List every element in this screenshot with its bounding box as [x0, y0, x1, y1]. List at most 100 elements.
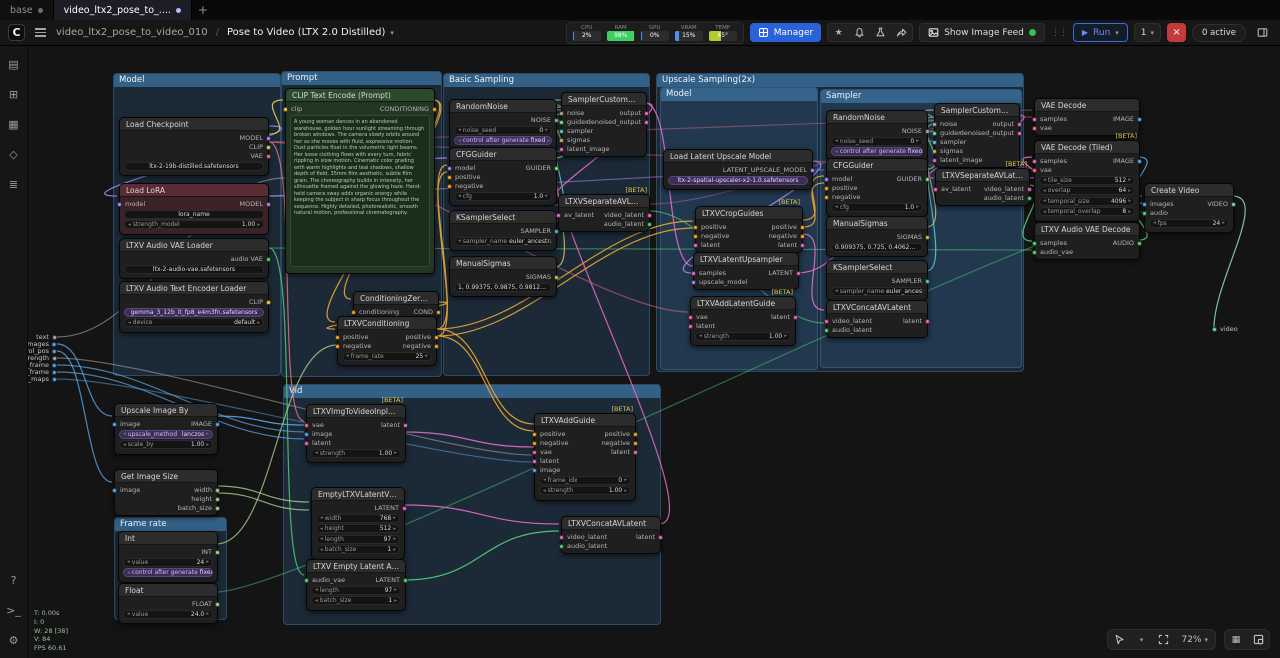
widget-strength[interactable]: ◂strength1.00▸ [695, 332, 791, 341]
input-slot-negative[interactable]: negative [696, 232, 729, 240]
new-tab-button[interactable]: + [192, 0, 214, 20]
output-slot-positive[interactable]: positive [769, 223, 802, 231]
widget-right-arrow-icon[interactable]: ▸ [393, 526, 396, 532]
load-checkpoint-node[interactable]: Load CheckpointMODELCLIPVAEltx-2-19b-dis… [119, 117, 269, 176]
comfyui-logo[interactable]: C [8, 24, 25, 41]
input-slot-negative[interactable]: negative [535, 439, 568, 447]
queue-icon[interactable]: ≣ [4, 174, 24, 194]
widget-right-arrow-icon[interactable]: ▸ [1128, 198, 1131, 204]
output-slot-negative[interactable]: negative [602, 439, 635, 447]
get-image-size-node[interactable]: Get Image Sizeimagewidthheightbatch_size [114, 469, 218, 516]
output-slot-latent[interactable]: latent [771, 313, 795, 321]
widget-right-arrow-icon[interactable]: ▸ [393, 515, 396, 521]
upscale-image-by-node[interactable]: Upscale Image ByimageIMAGE◂upscale_metho… [114, 403, 218, 455]
input-slot-latent_image[interactable]: latent_image [935, 156, 972, 164]
cfg-guider-2-node[interactable]: CFGGuidermodelpositivenegativeGUIDER◂cfg… [826, 158, 928, 217]
input-slot-upscale_model[interactable]: upscale_model [694, 278, 747, 286]
widget-left-arrow-icon[interactable]: ◂ [315, 450, 318, 456]
manager-button[interactable]: Manager [750, 23, 821, 42]
input-slot-image[interactable]: image [115, 486, 140, 494]
widget-value[interactable]: lora_name [124, 210, 264, 219]
output-slot-IMAGE[interactable]: IMAGE [1113, 115, 1139, 123]
widget-left-arrow-icon[interactable]: ◂ [1043, 177, 1046, 183]
output-slot-LATENT[interactable]: LATENT [375, 576, 405, 584]
widget-left-arrow-icon[interactable]: ◂ [543, 477, 546, 483]
star-icon[interactable]: ★ [828, 24, 849, 41]
widget-left-arrow-icon[interactable]: ◂ [835, 204, 838, 210]
clip-text-encode-node[interactable]: CLIP Text Encode (Prompt)clipCONDITIONIN… [285, 88, 435, 274]
input-slot-sigmas[interactable]: sigmas [935, 147, 972, 155]
widget-control-after-generate[interactable]: ◂control after generatefixed▸ [831, 147, 923, 156]
widget-right-arrow-icon[interactable]: ▸ [545, 193, 548, 199]
output-slot-VAE[interactable]: VAE [240, 152, 268, 160]
widget-left-arrow-icon[interactable]: ◂ [1043, 198, 1046, 204]
output-slot-denoised_output[interactable]: denoised_output [599, 118, 646, 126]
output-slot-positive[interactable]: positive [403, 333, 436, 341]
output-slot-SAMPLER[interactable]: SAMPLER [521, 227, 556, 235]
widget-right-arrow-icon[interactable]: ▸ [1222, 220, 1225, 226]
widget-left-arrow-icon[interactable]: ◂ [123, 431, 126, 437]
input-slot-latent[interactable]: latent [696, 241, 729, 249]
output-slot-latent[interactable]: latent [769, 241, 802, 249]
workflow-tab[interactable]: video_ltx2_pose_to_.... [54, 0, 192, 20]
widget-left-arrow-icon[interactable]: ◂ [123, 442, 126, 448]
widget-width[interactable]: ◂width768▸ [316, 514, 400, 523]
concat-av-latent-2-node[interactable]: LTXVConcatAVLatentvideo_latentaudio_late… [826, 300, 928, 338]
input-slot-image[interactable]: image [535, 466, 568, 474]
audio-text-encoder-loader-node[interactable]: LTXV Audio Text Encoder LoaderCLIPgemma_… [119, 281, 269, 333]
widget-frame_rate[interactable]: ◂frame_rate25▸ [342, 352, 432, 361]
output-slot-SIGMAS[interactable]: SIGMAS [897, 233, 927, 241]
vae-decode-tiled-node[interactable]: VAE Decode (Tiled)[BETA]samplesvaeIMAGE◂… [1034, 140, 1140, 222]
input-slot-samples[interactable]: samples [1035, 157, 1067, 165]
input-slot-audio_vae[interactable]: audio_vae [307, 576, 345, 584]
widget-left-arrow-icon[interactable]: ◂ [835, 149, 838, 155]
widget-right-arrow-icon[interactable]: ▸ [394, 450, 397, 456]
widget-left-arrow-icon[interactable]: ◂ [458, 193, 461, 199]
output-slot-output[interactable]: output [972, 120, 1019, 128]
widget-right-arrow-icon[interactable]: ▸ [547, 138, 550, 144]
widget-right-arrow-icon[interactable]: ▸ [257, 222, 260, 228]
widget-left-arrow-icon[interactable]: ◂ [127, 559, 130, 565]
widget-temporal_overlap[interactable]: ◂temporal_overlap8▸ [1039, 207, 1135, 216]
widget-cfg[interactable]: ◂cfg1.0▸ [454, 192, 552, 201]
widget-left-arrow-icon[interactable]: ◂ [315, 587, 318, 593]
widget-strength[interactable]: ◂strength1.00▸ [539, 486, 631, 495]
widget-value[interactable]: ◂value24▸ [123, 558, 213, 567]
widget-right-arrow-icon[interactable]: ▸ [206, 431, 209, 437]
output-slot-audio_latent[interactable]: audio_latent [604, 220, 649, 228]
output-slot-VIDEO[interactable]: VIDEO [1207, 200, 1233, 208]
widget-right-arrow-icon[interactable]: ▸ [394, 598, 397, 604]
widget-left-arrow-icon[interactable]: ◂ [1043, 188, 1046, 194]
widget-right-arrow-icon[interactable]: ▸ [624, 477, 627, 483]
cfg-guider-1-node[interactable]: CFGGuidermodelpositivenegativeGUIDER◂cfg… [449, 147, 557, 206]
widget-fps[interactable]: ◂fps24▸ [1149, 219, 1229, 228]
widget-left-arrow-icon[interactable]: ◂ [835, 288, 838, 294]
zoom-control[interactable]: 72% ▾ [1174, 630, 1215, 649]
input-slot-av_latent[interactable]: av_latent [936, 185, 971, 193]
widget-right-arrow-icon[interactable]: ▸ [393, 536, 396, 542]
output-slot-GUIDER[interactable]: GUIDER [897, 175, 927, 183]
widget-right-arrow-icon[interactable]: ▸ [1128, 188, 1131, 194]
input-slot-image[interactable]: image [307, 430, 332, 438]
widget-left-arrow-icon[interactable]: ◂ [1043, 209, 1046, 215]
input-slot-images[interactable]: images [1145, 200, 1174, 208]
output-slot-IMAGE[interactable]: IMAGE [1113, 157, 1139, 165]
input-slot-audio_latent[interactable]: audio_latent [827, 326, 872, 334]
io-pin-depth_maps[interactable]: depth_maps [28, 375, 57, 383]
prompt-textarea[interactable]: A young woman dances in an abandoned war… [290, 115, 430, 267]
widget-right-arrow-icon[interactable]: ▸ [206, 559, 209, 565]
widget-sampler_name[interactable]: ◂sampler_nameeuler_ancestral▸ [831, 287, 923, 296]
output-slot-video_latent[interactable]: video_latent [604, 211, 649, 219]
widget-right-arrow-icon[interactable]: ▸ [394, 587, 397, 593]
input-slot-sigmas[interactable]: sigmas [562, 136, 599, 144]
clear-queue-button[interactable]: × [1167, 23, 1186, 42]
input-slot-model[interactable]: model [827, 175, 860, 183]
widget-temporal_size[interactable]: ◂temporal_size4096▸ [1039, 197, 1135, 206]
widget-left-arrow-icon[interactable]: ◂ [458, 238, 461, 244]
widget-value[interactable]: gemma_3_12b_it_fp8_e4m3fn.safetensors [124, 308, 264, 317]
widget-right-arrow-icon[interactable]: ▸ [784, 333, 787, 339]
output-slot-NOISE[interactable]: NOISE [531, 116, 556, 124]
widget-strength_model[interactable]: ◂strength_model1.00▸ [124, 220, 264, 229]
manual-sigmas-2-node[interactable]: ManualSigmasSIGMAS0.909375, 0.725, 0.406… [826, 216, 928, 257]
audio-vae-loader-node[interactable]: LTXV Audio VAE Loaderaudio VAEltx-2-audi… [119, 238, 269, 279]
